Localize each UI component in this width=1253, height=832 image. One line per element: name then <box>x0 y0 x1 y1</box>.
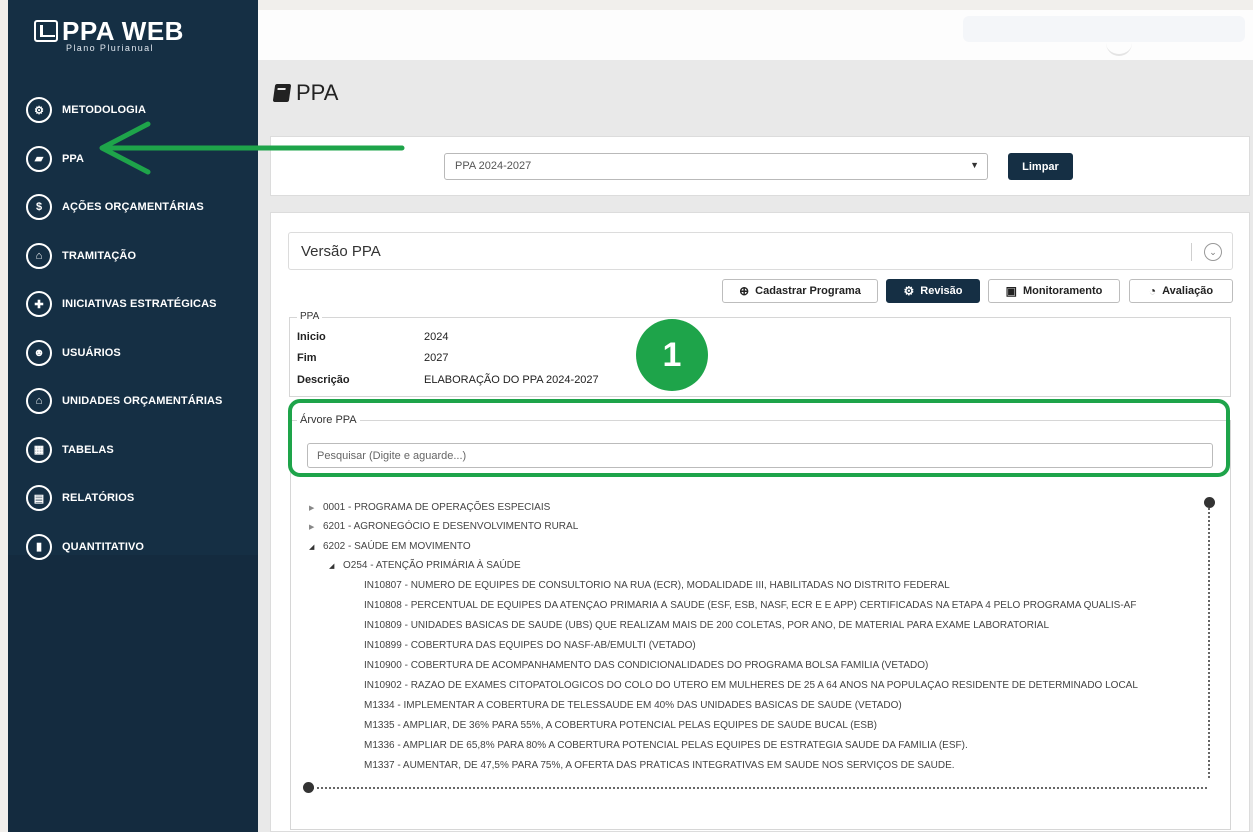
sidebar-item-label: PPA <box>62 152 85 165</box>
tree-leaf[interactable]: IN10808 - PERCENTUAL DE EQUIPES DA ATENÇ… <box>364 600 1136 611</box>
sidebar-item-quantitativo[interactable]: ▮ QUANTITATIVO <box>26 523 256 572</box>
sidebar-item-label: TABELAS <box>62 443 114 456</box>
tree-node-program[interactable]: ▶ 0001 - PROGRAMA DE OPERAÇÕES ESPECIAIS <box>309 502 550 513</box>
tree-leaf[interactable]: IN10902 - RAZÃO DE EXAMES CITOPATOLÓGICO… <box>364 680 1138 691</box>
caret-right-icon[interactable]: ▶ <box>309 504 316 512</box>
highlight-frame <box>288 399 1230 477</box>
bank-icon: ⌂ <box>26 388 52 415</box>
inicio-label: Inicio <box>297 331 326 343</box>
versao-title: Versão PPA <box>301 243 381 260</box>
page-title: PPA <box>272 80 339 106</box>
caret-down-icon[interactable]: ◢ <box>329 562 336 570</box>
sidebar-item-label: TRAMITAÇÃO <box>62 249 137 262</box>
book-icon: ▰ <box>26 145 52 172</box>
inicio-value: 2024 <box>424 331 449 343</box>
button-label: Avaliação <box>1162 285 1214 297</box>
tree-leaf[interactable]: M1334 - IMPLEMENTAR A COBERTURA DE TELES… <box>364 700 902 711</box>
sidebar-item-tramitacao[interactable]: ⌂ TRAMITAÇÃO <box>26 232 256 281</box>
file-icon: ▤ <box>26 485 52 512</box>
tree-node-label: 6202 - SAÚDE EM MOVIMENTO <box>323 541 471 552</box>
descricao-label: Descrição <box>297 374 350 386</box>
button-label: Revisão <box>920 285 963 297</box>
sidebar-item-acoes-orcamentarias[interactable]: $ AÇÕES ORÇAMENTÁRIAS <box>26 183 256 232</box>
logo-chart-icon <box>34 20 58 42</box>
sidebar-item-usuarios[interactable]: ☻ USUÁRIOS <box>26 329 256 378</box>
button-label: Monitoramento <box>1022 285 1103 297</box>
top-bar-search-area[interactable] <box>963 16 1245 42</box>
divider <box>1191 243 1192 261</box>
gears-icon: ⚙ <box>903 284 915 298</box>
sidebar-item-label: INICIATIVAS ESTRATÉGICAS <box>62 298 217 311</box>
ppa-select-value: PPA 2024-2027 <box>455 160 532 172</box>
plus-circle-icon: ⊕ <box>739 284 750 298</box>
dollar-icon: $ <box>26 194 52 221</box>
inbox-icon: ⌂ <box>26 242 52 269</box>
step-badge: 1 <box>636 319 708 391</box>
users-icon: ☻ <box>26 339 52 366</box>
horizontal-scroll-handle[interactable] <box>303 782 314 793</box>
ppa-select[interactable]: PPA 2024-2027 ▼ <box>444 153 988 180</box>
descricao-value: ELABORAÇÃO DO PPA 2024-2027 <box>424 374 599 386</box>
clear-button[interactable]: Limpar <box>1008 153 1073 180</box>
caret-down-icon: ▼ <box>970 160 979 170</box>
app-logo[interactable]: PPA WEB Plano Plurianual <box>34 16 214 58</box>
horizontal-scrollbar[interactable] <box>312 787 1207 789</box>
vertical-scroll-handle[interactable] <box>1204 497 1215 508</box>
sidebar-item-iniciativas-estrategicas[interactable]: ✚ INICIATIVAS ESTRATÉGICAS <box>26 280 256 329</box>
sidebar-item-label: AÇÕES ORÇAMENTÁRIAS <box>62 201 204 214</box>
top-bar <box>258 10 1253 60</box>
bar-chart-icon: ▮ <box>26 533 52 560</box>
versao-panel-header[interactable]: Versão PPA ⌄ <box>288 232 1233 270</box>
caret-down-icon[interactable]: ◢ <box>309 543 316 551</box>
sidebar-item-tabelas[interactable]: ▦ TABELAS <box>26 426 256 475</box>
app-subtitle: Plano Plurianual <box>66 43 154 53</box>
arrow-annotation-icon <box>99 121 405 175</box>
book-icon <box>272 84 292 102</box>
page-title-text: PPA <box>296 80 339 105</box>
vertical-scrollbar[interactable] <box>1208 508 1210 778</box>
sidebar-item-label: METODOLOGIA <box>62 104 147 117</box>
tree-node-label: 0001 - PROGRAMA DE OPERAÇÕES ESPECIAIS <box>323 502 551 513</box>
tree-leaf[interactable]: IN10900 - COBERTURA DE ACOMPANHAMENTO DA… <box>364 660 928 671</box>
button-label: Cadastrar Programa <box>755 285 861 297</box>
sidebar-item-label: UNIDADES ORÇAMENTÁRIAS <box>62 395 223 408</box>
caret-right-icon[interactable]: ▶ <box>309 523 316 531</box>
monitoramento-button[interactable]: ▣ Monitoramento <box>988 279 1120 303</box>
tree-leaf[interactable]: M1335 - AMPLIAR, DE 36% PARA 55%, A COBE… <box>364 720 877 731</box>
tree-leaf[interactable]: IN10807 - NÚMERO DE EQUIPES DE CONSULTÓR… <box>364 580 950 591</box>
gauge-icon: ◔ <box>1148 284 1157 298</box>
tree-node-program[interactable]: ▶ 6201 - AGRONEGÓCIO E DESENVOLVIMENTO R… <box>309 521 578 532</box>
tree-node-label: 6201 - AGRONEGÓCIO E DESENVOLVIMENTO RUR… <box>323 521 579 532</box>
tree-leaf[interactable]: M1336 - AMPLIAR DE 65,8% PARA 80% A COBE… <box>364 740 968 751</box>
tree-node-label: O254 - ATENÇÃO PRIMÁRIA À SAÚDE <box>343 560 521 571</box>
sidebar-item-label: QUANTITATIVO <box>62 540 145 553</box>
sidebar-item-relatorios[interactable]: ▤ RELATÓRIOS <box>26 474 256 523</box>
tree-leaf[interactable]: M1337 - AUMENTAR, DE 47,5% PARA 75%, A O… <box>364 760 955 771</box>
chevron-down-icon[interactable]: ⌄ <box>1204 243 1222 261</box>
sidebar-item-label: RELATÓRIOS <box>62 492 135 505</box>
cadastrar-programa-button[interactable]: ⊕ Cadastrar Programa <box>722 279 878 303</box>
gears-icon: ⚙ <box>26 97 52 124</box>
ppa-info-legend: PPA <box>297 311 323 322</box>
sidebar-footer <box>8 555 258 832</box>
tree-node-program-expanded[interactable]: ◢ 6202 - SAÚDE EM MOVIMENTO <box>309 541 471 552</box>
fim-label: Fim <box>297 352 317 364</box>
clipboard-icon: ▣ <box>1005 284 1017 298</box>
table-icon: ▦ <box>26 436 52 463</box>
fim-value: 2027 <box>424 352 449 364</box>
tree-node-objective-expanded[interactable]: ◢ O254 - ATENÇÃO PRIMÁRIA À SAÚDE <box>329 560 521 571</box>
revisao-button[interactable]: ⚙ Revisão <box>886 279 980 303</box>
tree-leaf[interactable]: IN10899 - COBERTURA DAS EQUIPES DO NASF-… <box>364 640 696 651</box>
tree-leaf[interactable]: IN10809 - UNIDADES BÁSICAS DE SAÚDE (UBS… <box>364 620 1049 631</box>
sidebar-item-unidades-orcamentarias[interactable]: ⌂ UNIDADES ORÇAMENTÁRIAS <box>26 377 256 426</box>
user-menu-icon[interactable] <box>1106 30 1132 56</box>
avaliacao-button[interactable]: ◔ Avaliação <box>1129 279 1233 303</box>
puzzle-icon: ✚ <box>26 291 52 318</box>
sidebar-item-label: USUÁRIOS <box>62 346 121 359</box>
